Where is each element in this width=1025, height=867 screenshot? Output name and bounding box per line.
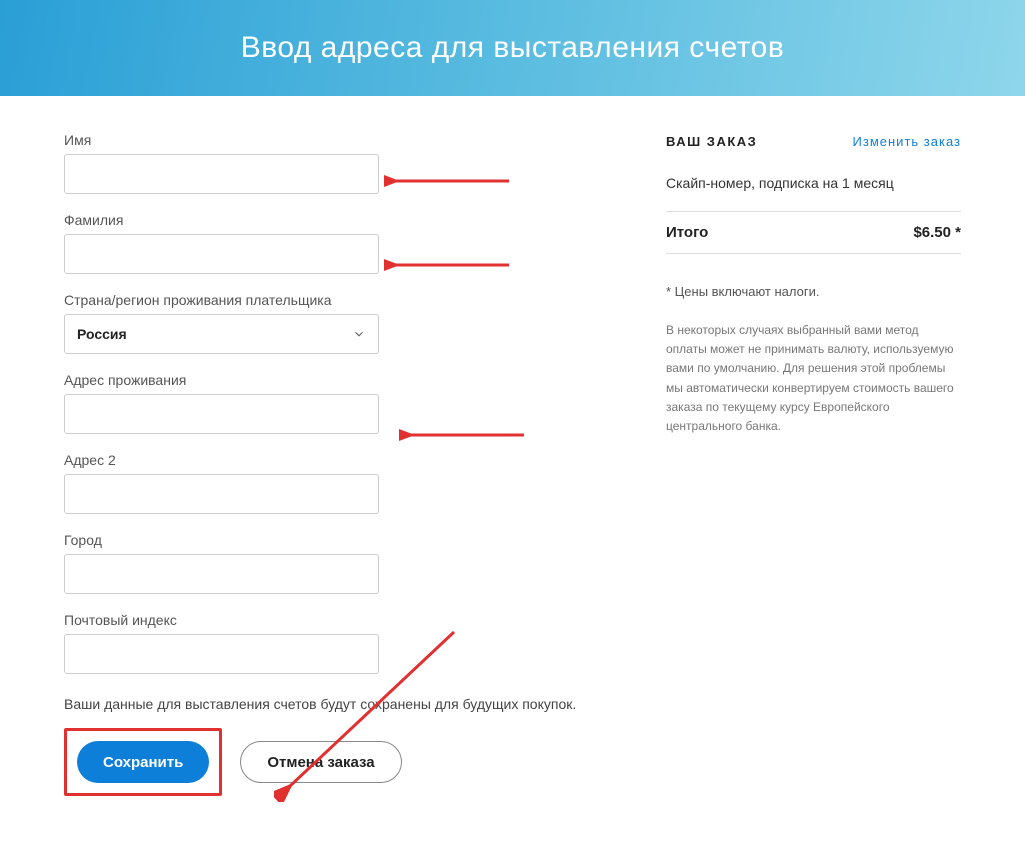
order-item: Скайп-номер, подписка на 1 месяц — [666, 175, 961, 191]
button-row: Сохранить Отмена заказа — [64, 728, 604, 796]
first-name-input[interactable] — [64, 154, 379, 194]
country-label: Страна/регион проживания плательщика — [64, 292, 604, 308]
header-banner: Ввод адреса для выставления счетов — [0, 0, 1025, 96]
country-value: Россия — [77, 326, 127, 342]
address2-label: Адрес 2 — [64, 452, 604, 468]
address-label: Адрес проживания — [64, 372, 604, 388]
tax-note: * Цены включают налоги. — [666, 284, 961, 299]
postal-input[interactable] — [64, 634, 379, 674]
divider — [666, 211, 961, 212]
page-title: Ввод адреса для выставления счетов — [241, 31, 785, 65]
change-order-link[interactable]: Изменить заказ — [853, 134, 961, 149]
content: Имя Фамилия Страна/регион проживания пла… — [0, 96, 1025, 836]
highlight-box: Сохранить — [64, 728, 222, 796]
order-total-label: Итого — [666, 224, 708, 241]
save-button[interactable]: Сохранить — [77, 741, 209, 783]
address2-input[interactable] — [64, 474, 379, 514]
country-select[interactable]: Россия — [64, 314, 379, 354]
billing-form: Имя Фамилия Страна/регион проживания пла… — [64, 132, 604, 796]
save-note: Ваши данные для выставления счетов будут… — [64, 696, 604, 712]
currency-disclaimer: В некоторых случаях выбранный вами метод… — [666, 321, 961, 436]
last-name-input[interactable] — [64, 234, 379, 274]
city-label: Город — [64, 532, 604, 548]
order-total-value: $6.50 * — [913, 224, 961, 241]
chevron-down-icon — [352, 327, 366, 341]
cancel-order-button[interactable]: Отмена заказа — [240, 741, 401, 783]
postal-label: Почтовый индекс — [64, 612, 604, 628]
city-input[interactable] — [64, 554, 379, 594]
last-name-label: Фамилия — [64, 212, 604, 228]
order-summary: ВАШ ЗАКАЗ Изменить заказ Скайп-номер, по… — [666, 132, 961, 796]
divider — [666, 253, 961, 254]
first-name-label: Имя — [64, 132, 604, 148]
address-input[interactable] — [64, 394, 379, 434]
order-heading: ВАШ ЗАКАЗ — [666, 134, 757, 149]
